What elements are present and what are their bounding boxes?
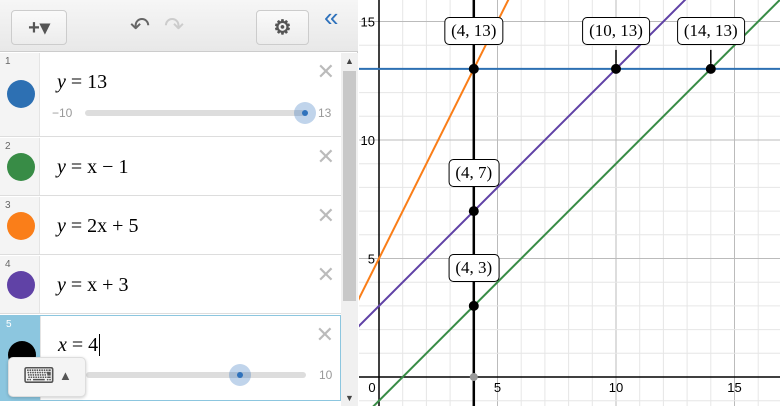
add-item-button[interactable]: +▾ <box>11 10 67 45</box>
expression-number: 3 <box>5 200 11 211</box>
expression-item[interactable]: 1 y = 13 ✕ −10 13 <box>0 53 341 137</box>
toolbar: +▾ ↶ ↷ ⚙ « <box>0 0 358 52</box>
slider-handle[interactable] <box>229 364 251 386</box>
point <box>468 63 479 74</box>
slider[interactable] <box>85 102 316 124</box>
settings-button[interactable]: ⚙ <box>256 10 309 45</box>
point-label[interactable]: (4, 3) <box>448 253 500 282</box>
point-x-intercept <box>469 373 478 381</box>
point <box>705 63 716 74</box>
delete-icon[interactable]: ✕ <box>316 322 334 348</box>
point-label[interactable]: (14, 13) <box>676 16 745 45</box>
expression-number: 5 <box>6 319 12 330</box>
expression-rhs[interactable]: = 13 <box>71 71 107 93</box>
graph-canvas[interactable]: 0 5 10 15 5 10 15 <box>359 0 780 406</box>
expression-number: 1 <box>5 56 11 67</box>
scroll-down-icon[interactable]: ▼ <box>345 393 354 403</box>
expression-rhs[interactable]: = 2x + 5 <box>71 215 139 237</box>
y-tick-label: 5 <box>368 252 375 267</box>
expression-lhs: y <box>57 274 66 296</box>
slider-handle[interactable] <box>294 102 316 124</box>
line-y-2x-plus-5 <box>359 0 510 301</box>
point-label[interactable]: (10, 13) <box>582 16 650 45</box>
collapse-panel-icon[interactable]: « <box>324 2 338 33</box>
slider-min[interactable]: −10 <box>52 106 72 120</box>
slider-max[interactable]: 10 <box>319 368 332 382</box>
redo-icon[interactable]: ↷ <box>164 12 184 41</box>
wave-icon[interactable] <box>7 212 35 240</box>
expression-lhs: y <box>57 71 66 93</box>
expression-lhs: x <box>58 334 67 356</box>
line-y-x-minus-1 <box>372 0 780 406</box>
point-label[interactable]: (4, 13) <box>444 16 504 45</box>
slider-max[interactable]: 13 <box>318 106 331 120</box>
expression-lhs: y <box>57 215 66 237</box>
expression-number: 4 <box>5 259 11 270</box>
delete-icon[interactable]: ✕ <box>317 59 335 85</box>
line-y-x-plus-3 <box>359 0 687 328</box>
expression-item[interactable]: 3 y = 2x + 5 ✕ <box>0 197 341 255</box>
keyboard-toggle-button[interactable]: ⌨ ▲ <box>8 357 86 397</box>
expression-rhs[interactable]: = x − 1 <box>71 156 129 178</box>
expression-number: 2 <box>5 141 11 152</box>
wave-icon[interactable] <box>7 153 35 181</box>
expression-lhs: y <box>57 156 66 178</box>
expression-item[interactable]: 2 y = x − 1 ✕ <box>0 138 341 196</box>
x-tick-label: 0 <box>368 380 375 395</box>
point <box>468 206 479 217</box>
x-tick-label: 15 <box>727 380 741 395</box>
delete-icon[interactable]: ✕ <box>317 203 335 229</box>
expression-input[interactable]: = 4 <box>72 334 98 356</box>
scrollbar[interactable]: ▲ ▼ <box>341 53 358 406</box>
x-tick-label: 5 <box>494 380 501 395</box>
wave-icon[interactable] <box>7 271 35 299</box>
expression-panel: +▾ ↶ ↷ ⚙ « 1 y = 13 ✕ −10 13 2 y = x − 1… <box>0 0 358 406</box>
expression-item[interactable]: 4 y = x + 3 ✕ <box>0 256 341 314</box>
y-tick-label: 15 <box>361 15 375 30</box>
keyboard-icon: ⌨ <box>23 363 55 388</box>
scroll-up-icon[interactable]: ▲ <box>345 56 354 66</box>
slider[interactable] <box>86 364 306 386</box>
point <box>468 300 479 311</box>
undo-icon[interactable]: ↶ <box>130 12 150 41</box>
point <box>611 63 621 74</box>
expression-rhs[interactable]: = x + 3 <box>71 274 129 296</box>
expand-arrow-icon: ▲ <box>59 368 72 383</box>
wave-icon[interactable] <box>7 80 35 108</box>
point-label[interactable]: (4, 7) <box>448 159 500 188</box>
delete-icon[interactable]: ✕ <box>317 262 335 288</box>
delete-icon[interactable]: ✕ <box>317 144 335 170</box>
x-tick-label: 10 <box>609 380 623 395</box>
expression-list: 1 y = 13 ✕ −10 13 2 y = x − 1 ✕ 3 y = 2x… <box>0 53 341 406</box>
scrollbar-thumb[interactable] <box>343 71 356 301</box>
y-tick-label: 10 <box>361 133 375 148</box>
